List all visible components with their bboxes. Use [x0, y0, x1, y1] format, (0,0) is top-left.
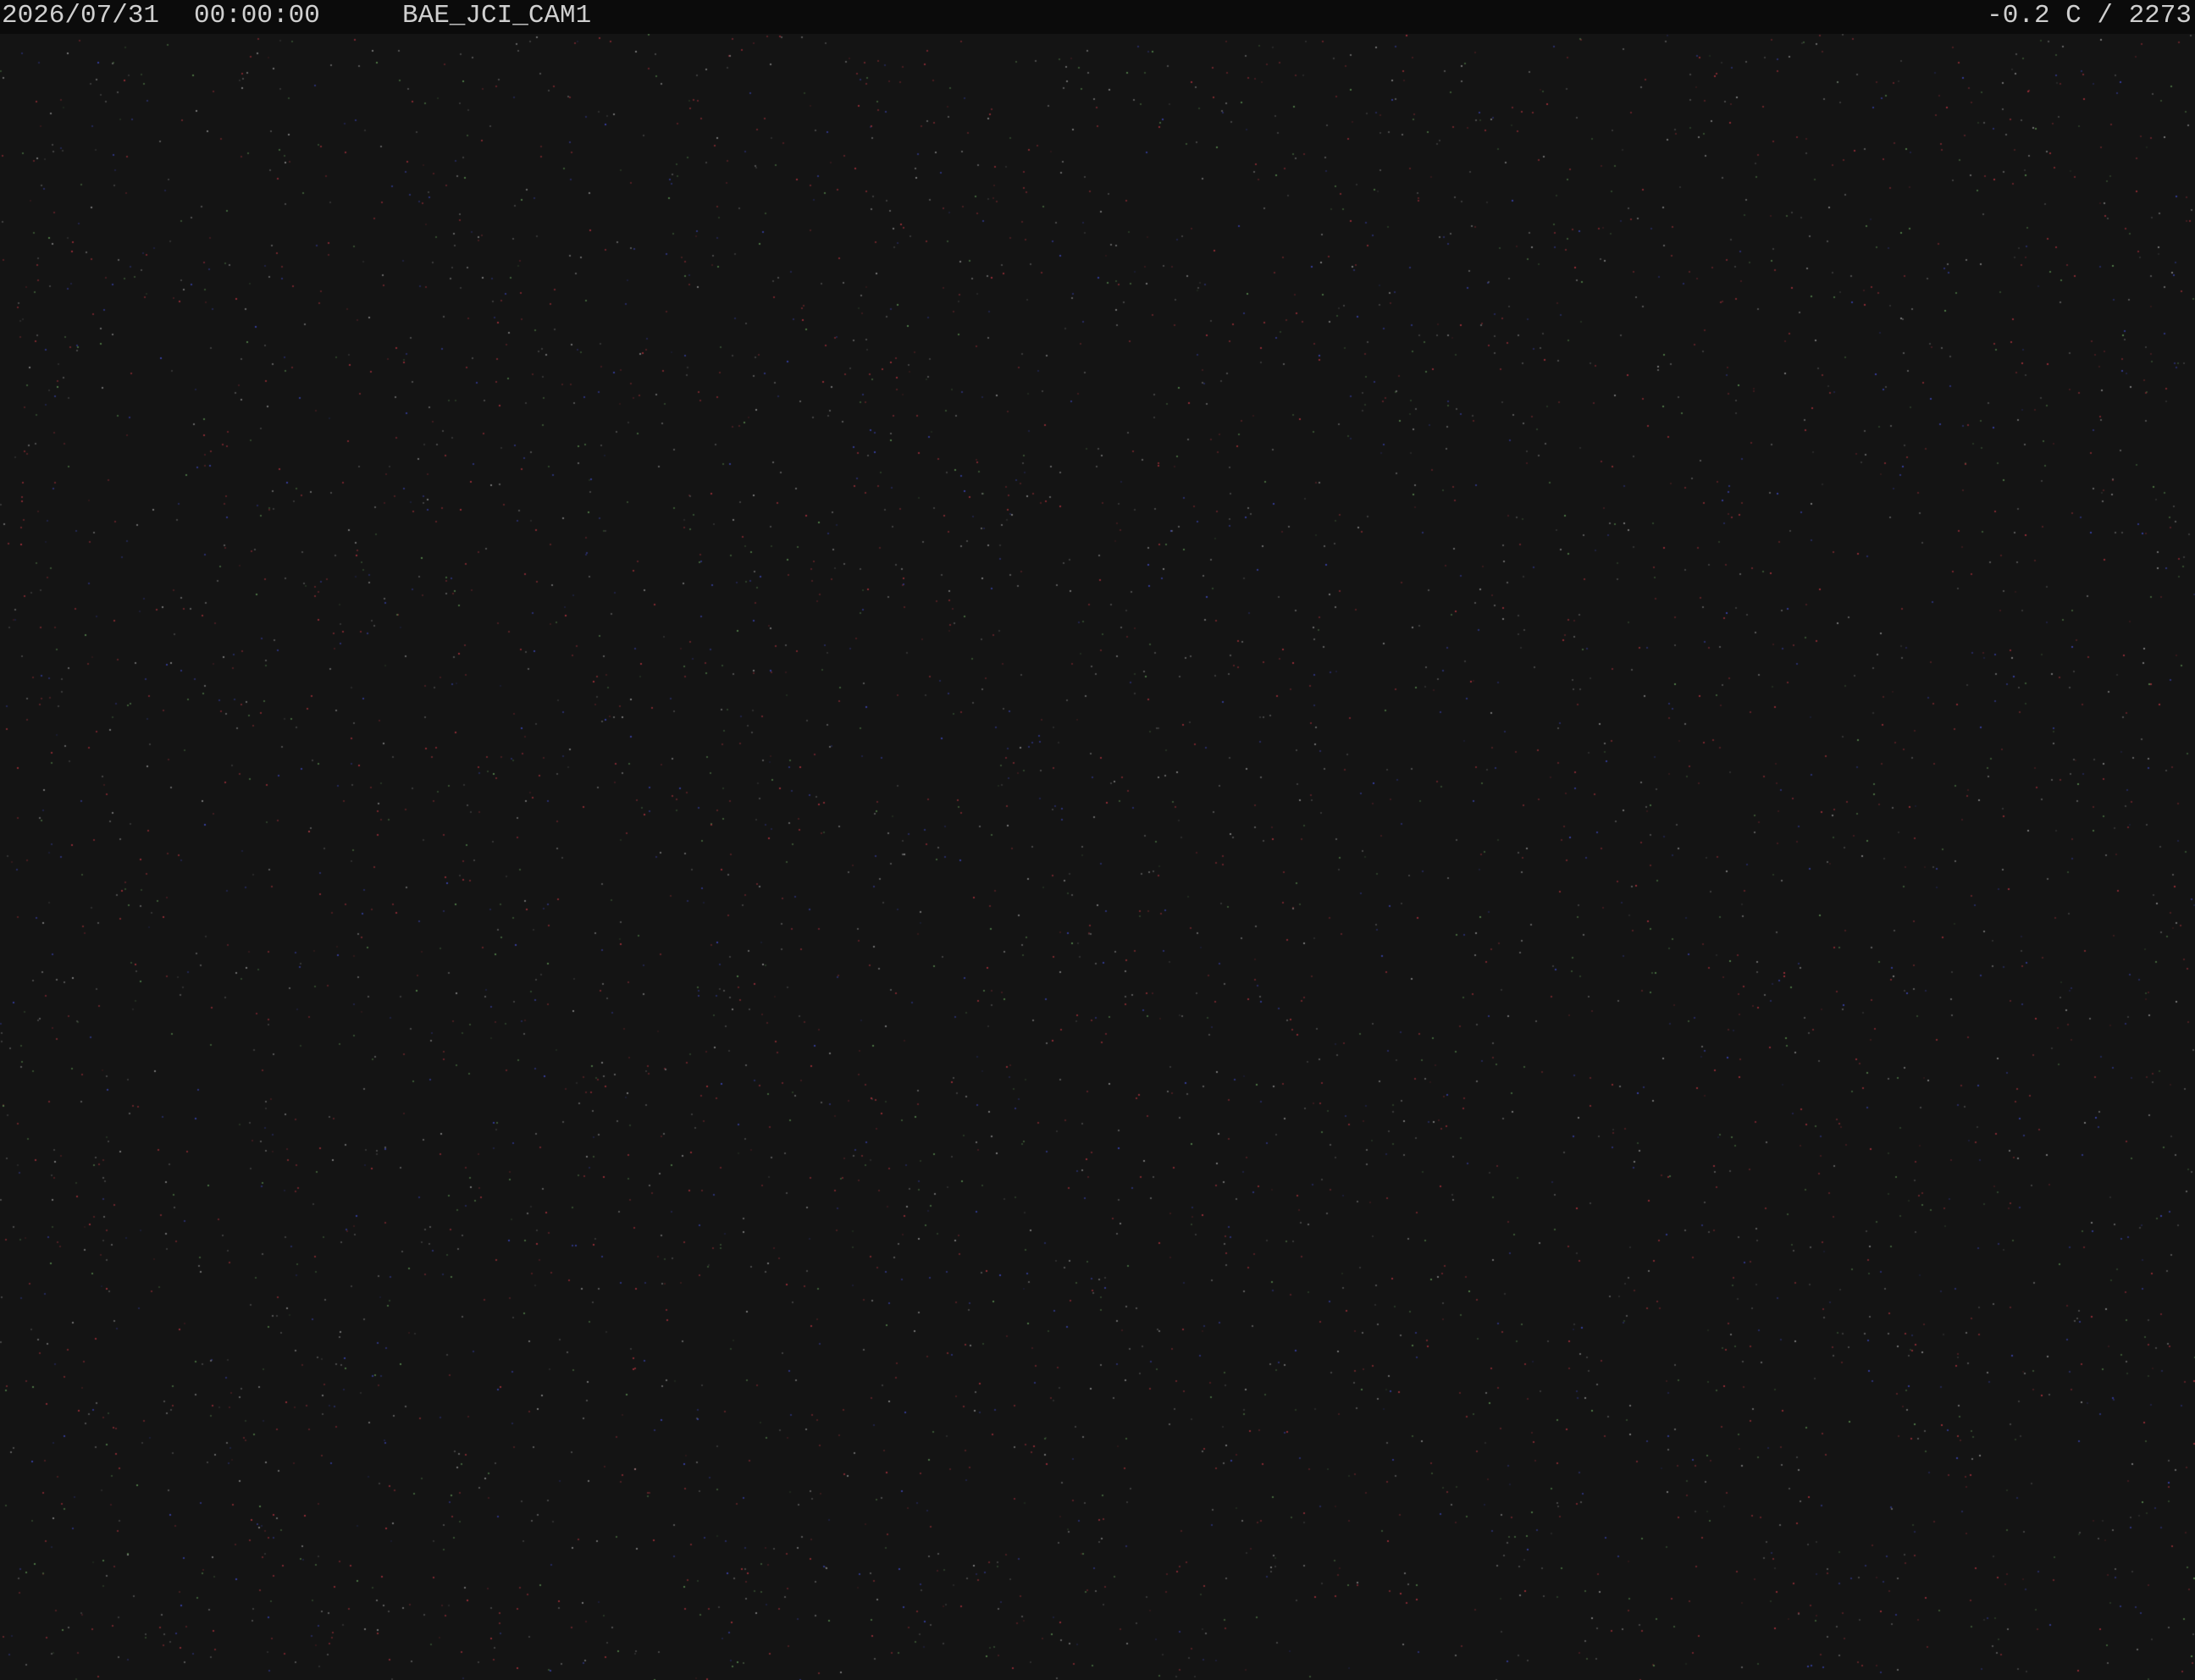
osd-temperature-readout: -0.2 C / 2273 [1987, 1, 2192, 30]
osd-time: 00:00:00 [194, 1, 320, 30]
osd-date: 2026/07/31 [2, 1, 160, 30]
camera-frame: 2026/07/31 00:00:00 BAE_JCI_CAM1 -0.2 C … [0, 0, 2195, 1680]
night-sky-sensor-noise [0, 0, 2195, 1680]
osd-overlay-bar: 2026/07/31 00:00:00 BAE_JCI_CAM1 -0.2 C … [0, 0, 2195, 34]
osd-camera-name: BAE_JCI_CAM1 [402, 1, 592, 30]
